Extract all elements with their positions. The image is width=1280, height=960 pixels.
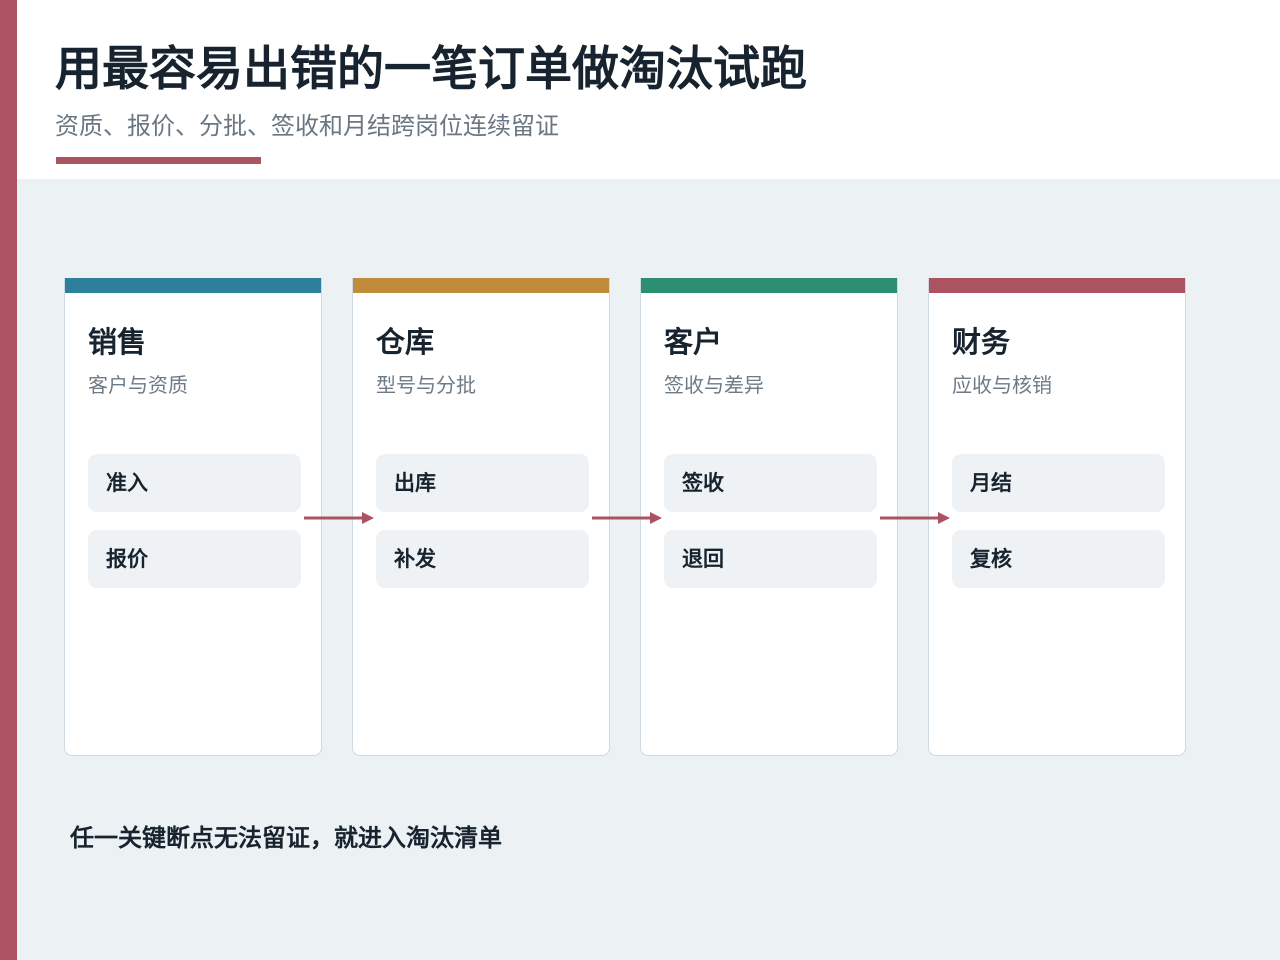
title-underline xyxy=(56,157,261,164)
stage-subtitle: 签收与差异 xyxy=(664,373,764,397)
step-label: 复核 xyxy=(970,547,1012,571)
stage-subtitle: 客户与资质 xyxy=(88,373,188,397)
step-box: 签收 xyxy=(664,454,877,512)
flow-arrow-icon xyxy=(304,512,374,524)
stage-color-stripe xyxy=(353,278,609,293)
stage-title: 仓库 xyxy=(376,325,435,359)
left-accent-bar xyxy=(0,0,17,960)
stage-title: 客户 xyxy=(664,325,723,359)
step-label: 补发 xyxy=(394,547,436,571)
step-box: 报价 xyxy=(88,530,301,588)
header: 用最容易出错的一笔订单做淘汰试跑 资质、报价、分批、签收和月结跨岗位连续留证 xyxy=(17,0,1280,179)
stage-card-customer: 客户 签收与差异 签收 退回 xyxy=(640,278,898,756)
step-box: 出库 xyxy=(376,454,589,512)
step-label: 退回 xyxy=(682,547,724,571)
stage-color-stripe xyxy=(65,278,321,293)
page-subtitle: 资质、报价、分批、签收和月结跨岗位连续留证 xyxy=(55,112,559,140)
step-box: 月结 xyxy=(952,454,1165,512)
step-box: 复核 xyxy=(952,530,1165,588)
stage-card-finance: 财务 应收与核销 月结 复核 xyxy=(928,278,1186,756)
stage-title: 销售 xyxy=(88,325,147,359)
step-label: 月结 xyxy=(970,471,1012,495)
stage-color-stripe xyxy=(929,278,1185,293)
stage-subtitle: 应收与核销 xyxy=(952,373,1052,397)
step-box: 退回 xyxy=(664,530,877,588)
flow-arrow-icon xyxy=(592,512,662,524)
step-label: 准入 xyxy=(106,471,148,495)
page-title: 用最容易出错的一笔订单做淘汰试跑 xyxy=(55,42,807,97)
stage-color-stripe xyxy=(641,278,897,293)
step-label: 报价 xyxy=(106,547,148,571)
step-box: 补发 xyxy=(376,530,589,588)
flow-arrow-icon xyxy=(880,512,950,524)
stage-subtitle: 型号与分批 xyxy=(376,373,476,397)
stage-title: 财务 xyxy=(952,325,1011,359)
footer-note: 任一关键断点无法留证，就进入淘汰清单 xyxy=(70,824,502,852)
stage-card-sales: 销售 客户与资质 准入 报价 xyxy=(64,278,322,756)
stage-card-warehouse: 仓库 型号与分批 出库 补发 xyxy=(352,278,610,756)
step-label: 签收 xyxy=(682,471,724,495)
step-label: 出库 xyxy=(394,471,436,495)
step-box: 准入 xyxy=(88,454,301,512)
